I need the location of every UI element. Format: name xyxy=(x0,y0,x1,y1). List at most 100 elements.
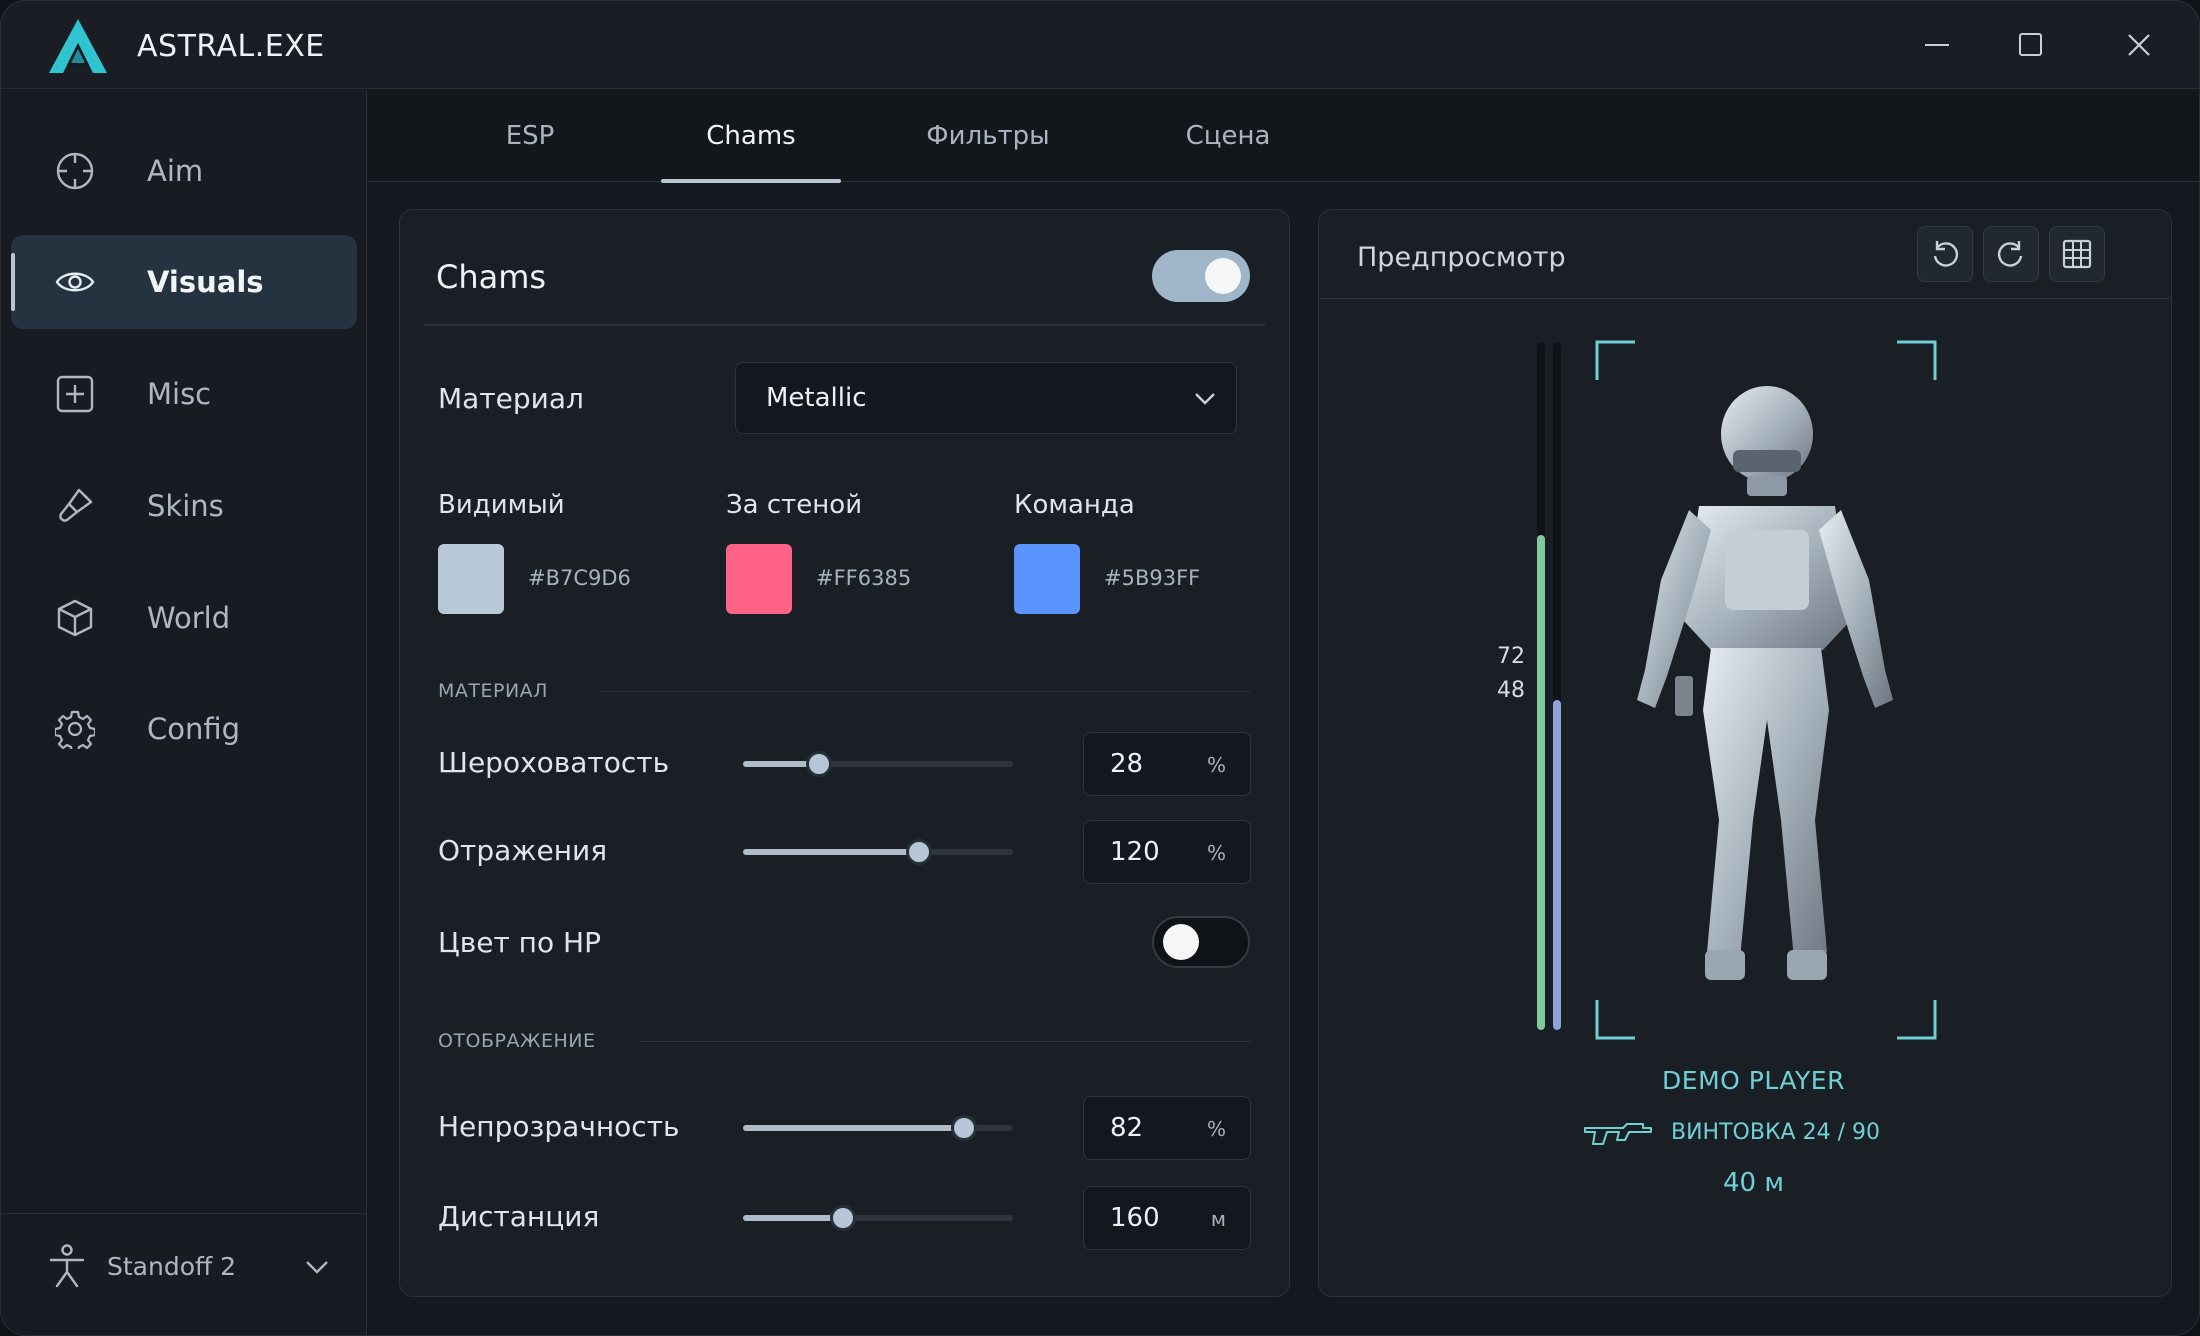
distance-value: 160 xyxy=(1110,1203,1160,1233)
health-value: 72 xyxy=(1497,644,1525,669)
sidebar-item-label: Config xyxy=(147,712,241,746)
game-selector[interactable]: Standoff 2 xyxy=(1,1213,367,1335)
sidebar-item-skins[interactable]: Skins xyxy=(11,459,357,553)
opacity-input[interactable]: 82 % xyxy=(1083,1096,1251,1160)
distance-slider[interactable] xyxy=(743,1205,1013,1231)
sidebar-item-label: Misc xyxy=(147,377,212,411)
chevron-down-icon xyxy=(1195,393,1215,405)
tab-bar: ESP Chams Фильтры Сцена xyxy=(368,90,2199,183)
armor-bar-fill xyxy=(1553,699,1561,1030)
slider-thumb[interactable] xyxy=(905,839,932,865)
plus-square-icon xyxy=(56,375,94,413)
sidebar-item-label: Aim xyxy=(147,154,204,188)
chams-panel: Chams Материал Metallic Видимый #B7C9D6 … xyxy=(399,209,1290,1297)
astral-logo-icon xyxy=(49,19,107,73)
color-behind-wall-label: За стеной xyxy=(726,490,863,520)
section-material-label: МАТЕРИАЛ xyxy=(438,680,548,702)
app-window: ASTRAL.EXE Aim Visuals Misc Skins World … xyxy=(0,0,2200,1336)
person-icon xyxy=(49,1244,85,1288)
color-visible-swatch[interactable] xyxy=(438,544,504,614)
health-bar xyxy=(1537,342,1545,1030)
slider-thumb[interactable] xyxy=(805,751,832,777)
slider-fill xyxy=(743,1215,843,1221)
health-bar-fill xyxy=(1537,534,1545,1030)
close-icon xyxy=(2128,34,2150,56)
distance-unit: м xyxy=(1210,1207,1226,1231)
armor-value: 48 xyxy=(1497,678,1525,703)
weapon-text: ВИНТОВКА 24 / 90 xyxy=(1671,1120,1880,1145)
preview-panel: Предпросмотр 72 48 DEMO PLAYER ВИНТОВКА … xyxy=(1318,209,2172,1297)
opacity-unit: % xyxy=(1206,1117,1226,1141)
color-visible-hex: #B7C9D6 xyxy=(528,566,631,590)
paintbrush-icon xyxy=(59,488,93,522)
rotate-left-button[interactable] xyxy=(1917,226,1973,282)
eye-icon xyxy=(55,272,95,292)
maximize-button[interactable] xyxy=(2001,21,2061,69)
cube-icon xyxy=(57,599,93,637)
gear-icon xyxy=(55,710,95,749)
close-button[interactable] xyxy=(2109,21,2169,69)
reflections-input[interactable]: 120 % xyxy=(1083,820,1251,884)
reflections-slider[interactable] xyxy=(743,839,1013,865)
color-team-hex: #5B93FF xyxy=(1104,566,1201,590)
player-model-icon xyxy=(1637,386,1893,980)
section-display-label: ОТОБРАЖЕНИЕ xyxy=(438,1030,596,1052)
section-divider xyxy=(600,691,1251,692)
slider-thumb[interactable] xyxy=(951,1115,978,1141)
preview-title: Предпросмотр xyxy=(1357,242,1566,273)
material-label: Материал xyxy=(438,382,584,415)
color-behind-wall-swatch[interactable] xyxy=(726,544,792,614)
tab-chams[interactable]: Chams xyxy=(661,90,841,183)
opacity-label: Непрозрачность xyxy=(438,1110,680,1143)
grid-button[interactable] xyxy=(2049,226,2105,282)
distance-input[interactable]: 160 м xyxy=(1083,1186,1251,1250)
toggle-knob xyxy=(1163,924,1199,960)
reflections-value: 120 xyxy=(1110,837,1160,867)
app-title: ASTRAL.EXE xyxy=(137,29,325,64)
tab-filters[interactable]: Фильтры xyxy=(888,90,1088,182)
distance-label: Дистанция xyxy=(438,1200,600,1233)
sidebar-item-misc[interactable]: Misc xyxy=(11,347,357,441)
player-name: DEMO PLAYER xyxy=(1662,1066,1845,1095)
roughness-label: Шероховатость xyxy=(438,746,670,779)
crosshair-icon xyxy=(56,152,94,190)
sidebar-item-label: Skins xyxy=(147,489,224,523)
player-distance: 40 м xyxy=(1723,1168,1784,1198)
color-team-swatch[interactable] xyxy=(1014,544,1080,614)
hp-color-toggle[interactable] xyxy=(1152,916,1250,968)
weapon-info: ВИНТОВКА 24 / 90 xyxy=(1583,1116,1923,1152)
tab-esp[interactable]: ESP xyxy=(460,90,600,182)
slider-fill xyxy=(743,849,919,855)
hp-color-label: Цвет по HP xyxy=(438,926,601,959)
toggle-knob xyxy=(1205,258,1241,294)
sidebar: Aim Visuals Misc Skins World Config Stan… xyxy=(1,90,367,1335)
section-divider xyxy=(640,1041,1251,1042)
maximize-icon xyxy=(2019,33,2042,56)
slider-fill xyxy=(743,1125,965,1131)
reflections-label: Отражения xyxy=(438,834,608,867)
sidebar-item-aim[interactable]: Aim xyxy=(11,124,357,218)
rifle-icon xyxy=(1584,1123,1652,1145)
chevron-down-icon xyxy=(306,1261,328,1274)
reflections-unit: % xyxy=(1206,841,1226,865)
chams-title: Chams xyxy=(436,258,547,296)
minimize-button[interactable] xyxy=(1907,21,1967,69)
chams-toggle[interactable] xyxy=(1152,250,1250,302)
slider-thumb[interactable] xyxy=(829,1205,856,1231)
sidebar-item-world[interactable]: World xyxy=(11,571,357,665)
game-label: Standoff 2 xyxy=(107,1252,237,1281)
sidebar-item-visuals[interactable]: Visuals xyxy=(11,235,357,329)
sidebar-item-label: World xyxy=(147,601,231,635)
opacity-slider[interactable] xyxy=(743,1115,1013,1141)
tab-scene[interactable]: Сцена xyxy=(1138,90,1318,182)
material-select-value: Metallic xyxy=(766,383,867,413)
roughness-slider[interactable] xyxy=(743,751,1013,777)
armor-bar xyxy=(1553,342,1561,1030)
sidebar-item-config[interactable]: Config xyxy=(11,682,357,776)
rotate-right-button[interactable] xyxy=(1983,226,2039,282)
material-select[interactable]: Metallic xyxy=(735,362,1237,434)
title-bar: ASTRAL.EXE xyxy=(1,1,2199,89)
roughness-input[interactable]: 28 % xyxy=(1083,732,1251,796)
color-visible-label: Видимый xyxy=(438,490,565,520)
color-team-label: Команда xyxy=(1014,490,1135,520)
